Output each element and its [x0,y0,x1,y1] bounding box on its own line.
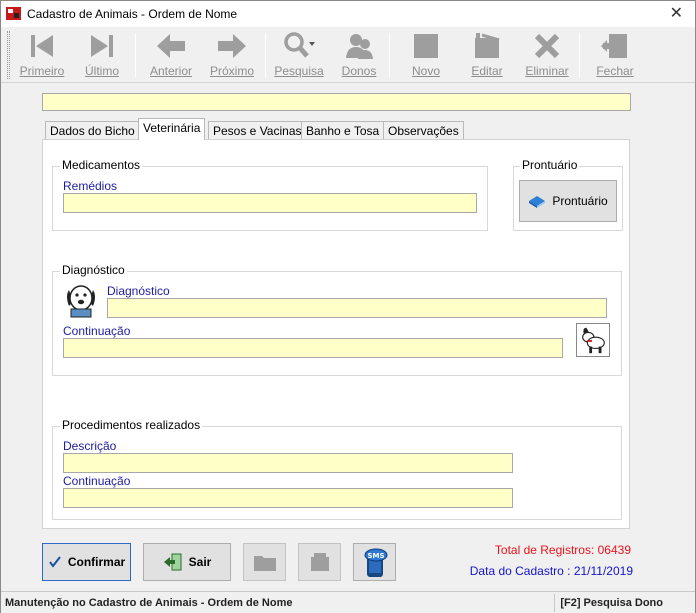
edit-button[interactable]: Editar [463,31,511,81]
diagnostico-label: Diagnóstico [107,284,170,298]
folder-icon [253,556,276,571]
status-divider [554,594,555,612]
title-bar: Cadastro de Animais - Ordem de Nome ✕ [1,1,695,27]
remedios-field[interactable] [63,193,477,213]
procedimentos-continuacao-field[interactable] [63,488,513,508]
prontuario-title: Prontuário [520,158,580,172]
edit-icon [475,33,500,58]
medicamentos-group: Medicamentos Remédios [52,158,488,231]
next-icon [218,34,246,58]
diagnostico-continuacao-field[interactable] [63,338,563,358]
new-icon [414,34,438,58]
diagnostico-title: Diagnóstico [60,263,127,277]
search-button[interactable]: Pesquisa [271,31,327,81]
toolbar-separator [579,33,580,77]
animal-name-field[interactable] [42,93,631,111]
last-icon [91,35,113,57]
status-bar: Manutenção no Cadastro de Animais - Orde… [1,591,695,613]
toolbar-grip[interactable] [7,31,10,79]
toolbar-separator [389,33,390,77]
procedimentos-group: Procedimentos realizados Descrição Conti… [52,418,622,520]
tab-banho-e-tosa[interactable]: Banho e Tosa [301,121,385,140]
sms-phone-icon: SMS [364,548,387,577]
checkmark-icon [49,556,61,568]
prontuario-button[interactable]: Prontuário [519,180,617,222]
previous-icon [157,34,185,58]
book-icon [529,196,546,208]
descricao-label: Descrição [63,439,117,453]
diagnostico-continuacao-label: Continuação [63,324,131,338]
procedimentos-continuacao-label: Continuação [63,474,131,488]
last-button[interactable]: Último [77,31,127,81]
svg-text:SMS: SMS [367,552,384,560]
procedimentos-title: Procedimentos realizados [60,418,203,432]
data-cadastro: Data do Cadastro : 21/11/2019 [469,564,633,578]
remedios-label: Remédios [63,179,118,193]
veterinaria-panel: Medicamentos Remédios Prontuário Prontuá… [42,139,630,529]
window-title: Cadastro de Animais - Ordem de Nome [27,7,238,21]
new-button[interactable]: Novo [401,31,451,81]
first-button[interactable]: Primeiro [15,31,69,81]
previous-button[interactable]: Anterior [144,31,198,81]
descricao-field[interactable] [63,453,513,473]
toolbar-separator [135,33,136,77]
tab-observacoes[interactable]: Observações [383,121,464,140]
exit-button[interactable]: Sair [143,543,231,581]
close-icon [601,34,627,58]
main-window: Cadastro de Animais - Ordem de Nome ✕ Pr… [0,0,696,613]
total-registros: Total de Registros: 06439 [494,543,631,557]
toolbar: Primeiro Último Anterior Próximo Pesquis… [1,27,695,83]
confirm-button[interactable]: Confirmar [42,543,131,581]
medicamentos-title: Medicamentos [60,158,143,172]
archive-icon [310,553,329,571]
status-shortcut-hint: [F2] Pesquisa Dono [560,597,663,609]
owners-icon [346,34,373,59]
app-icon [6,7,21,20]
owners-button[interactable]: Donos [335,31,383,81]
close-window-icon[interactable]: ✕ [670,3,683,23]
tab-pesos-e-vacinas[interactable]: Pesos e Vacinas [208,121,307,140]
toolbar-separator [265,33,266,77]
archive-button[interactable] [298,543,341,581]
close-button[interactable]: Fechar [591,31,639,81]
tab-dados-do-bicho[interactable]: Dados do Bicho [45,121,140,140]
tab-veterinaria[interactable]: Veterinária [138,118,206,140]
dog-icon[interactable] [576,323,610,357]
prontuario-group: Prontuário Prontuário [513,158,623,231]
dog-face-icon [67,285,95,318]
diagnostico-group: Diagnóstico Diagnóstico Continuação [52,263,622,376]
status-message: Manutenção no Cadastro de Animais - Orde… [5,597,293,609]
delete-icon [534,33,560,59]
folder-button[interactable] [243,543,286,581]
search-icon [284,32,315,58]
diagnostico-field[interactable] [107,298,607,318]
next-button[interactable]: Próximo [205,31,259,81]
exit-door-icon [163,553,182,571]
sms-button[interactable]: SMS [353,543,396,581]
delete-button[interactable]: Eliminar [521,31,573,81]
first-icon [31,35,53,57]
